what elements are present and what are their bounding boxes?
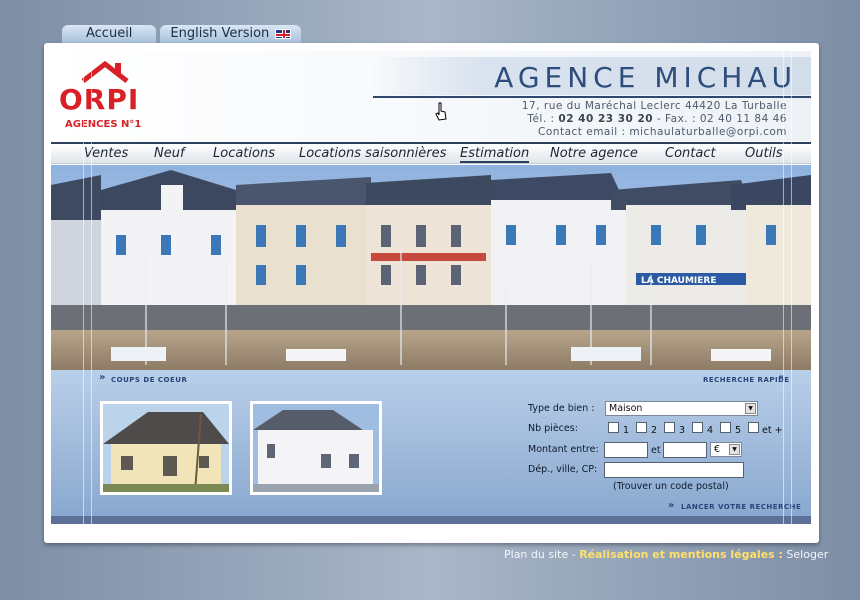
place-input[interactable] xyxy=(604,462,744,478)
nav-notre-agence[interactable]: Notre agence xyxy=(550,146,638,161)
nav-locations-saisonnieres[interactable]: Locations saisonnières xyxy=(299,146,446,161)
agency-contact: 17, rue du Maréchal Leclerc 44420 La Tur… xyxy=(522,100,787,139)
decor-line xyxy=(791,51,792,524)
featured-property-1[interactable] xyxy=(100,401,232,495)
bottom-strip xyxy=(51,516,811,524)
dropdown-arrow-icon: ▼ xyxy=(729,444,740,455)
tab-accueil-label: Accueil xyxy=(86,26,133,41)
site-footer: Plan du site - Réalisation et mentions l… xyxy=(504,548,828,561)
featured-label: COUPS DE COEUR xyxy=(111,376,188,384)
sitemap-link[interactable]: Plan du site xyxy=(504,548,568,561)
rooms-option-label: 4 xyxy=(707,425,714,436)
rooms-checkbox-5[interactable] xyxy=(720,422,731,433)
phone-prefix: Tél. : xyxy=(527,113,559,125)
logo-wordmark: ORPI xyxy=(59,83,140,116)
footer-separator: - xyxy=(568,548,580,561)
top-tabs: Accueil English Version xyxy=(62,25,305,43)
contact-email[interactable]: Contact email : michaulaturballe@orpi.co… xyxy=(522,126,787,139)
dropdown-arrow-icon: ▼ xyxy=(745,403,756,414)
site-header: ORPI AGENCES N°1 AGENCE MICHAU 17, rue d… xyxy=(51,51,811,141)
rooms-label: Nb pièces: xyxy=(528,423,578,434)
search-area: » COUPS DE COEUR RECHERCHE RAPIDE « Type… xyxy=(51,370,811,516)
decor-line xyxy=(91,51,92,524)
tab-english-version[interactable]: English Version xyxy=(160,25,302,43)
quick-search-label: RECHERCHE RAPIDE xyxy=(703,376,790,384)
hand-cursor-icon xyxy=(435,102,447,121)
legal-link[interactable]: Réalisation et mentions légales : xyxy=(579,548,783,561)
content-area: ORPI AGENCES N°1 AGENCE MICHAU 17, rue d… xyxy=(51,51,811,524)
place-label: Dép., ville, CP: xyxy=(528,464,598,475)
agency-address: 17, rue du Maréchal Leclerc 44420 La Tur… xyxy=(521,100,787,112)
chevron-right-icon: » xyxy=(99,372,106,383)
title-underline xyxy=(373,96,811,98)
rooms-option-label: 2 xyxy=(651,425,658,436)
orpi-logo[interactable]: ORPI AGENCES N°1 xyxy=(59,61,151,133)
nav-neuf[interactable]: Neuf xyxy=(154,146,185,161)
amount-max-input[interactable] xyxy=(663,442,707,458)
tab-english-label: English Version xyxy=(170,26,270,41)
agency-phone-line: Tél. : 02 40 23 30 20 - Fax. : 02 40 11 … xyxy=(522,113,787,126)
rooms-option-label: 5 xyxy=(735,425,742,436)
shop-sign-text: LA CHAUMIERE xyxy=(641,276,717,286)
currency-select[interactable]: € ▼ xyxy=(710,442,742,457)
rooms-checkbox-6plus[interactable] xyxy=(748,422,759,433)
nav-outils[interactable]: Outils xyxy=(745,146,783,161)
rooms-option-label: 3 xyxy=(679,425,686,436)
rooms-checkbox-1[interactable] xyxy=(608,422,619,433)
uk-flag-icon xyxy=(275,29,292,39)
phone-number: 02 40 23 30 20 xyxy=(558,113,654,125)
seloger-link[interactable]: Seloger xyxy=(783,548,828,561)
main-nav: Ventes Neuf Locations Locations saisonni… xyxy=(51,142,811,164)
rooms-checkbox-2[interactable] xyxy=(636,422,647,433)
fax-number: - Fax. : 02 40 11 84 46 xyxy=(653,113,787,125)
amount-label: Montant entre: xyxy=(528,444,599,455)
tab-accueil[interactable]: Accueil xyxy=(62,25,157,43)
rooms-option-label: 1 xyxy=(623,425,630,436)
rooms-checkbox-4[interactable] xyxy=(692,422,703,433)
agency-title-band: AGENCE MICHAU xyxy=(371,57,811,95)
amount-min-input[interactable] xyxy=(604,442,648,458)
nav-locations[interactable]: Locations xyxy=(213,146,275,161)
logo-subtitle: AGENCES N°1 xyxy=(65,119,142,130)
featured-property-2[interactable] xyxy=(250,401,382,495)
agency-title: AGENCE MICHAU xyxy=(494,61,797,94)
harbour-banner-photo: LA CHAUMIERE xyxy=(51,165,811,370)
nav-estimation[interactable]: Estimation xyxy=(460,146,530,163)
currency-value: € xyxy=(714,444,721,455)
decor-line xyxy=(783,51,784,524)
decor-line xyxy=(83,51,84,524)
main-panel: ORPI AGENCES N°1 AGENCE MICHAU 17, rue d… xyxy=(44,43,819,543)
type-label: Type de bien : xyxy=(528,403,595,414)
rooms-checkbox-3[interactable] xyxy=(664,422,675,433)
amount-and-label: et xyxy=(651,445,661,456)
nav-contact[interactable]: Contact xyxy=(665,146,716,161)
postal-code-link[interactable]: (Trouver un code postal) xyxy=(613,481,729,492)
rooms-option-label: et + xyxy=(762,425,783,436)
property-type-value: Maison xyxy=(609,403,643,414)
chevron-right-icon: » xyxy=(668,500,675,511)
property-type-select[interactable]: Maison ▼ xyxy=(605,401,758,416)
